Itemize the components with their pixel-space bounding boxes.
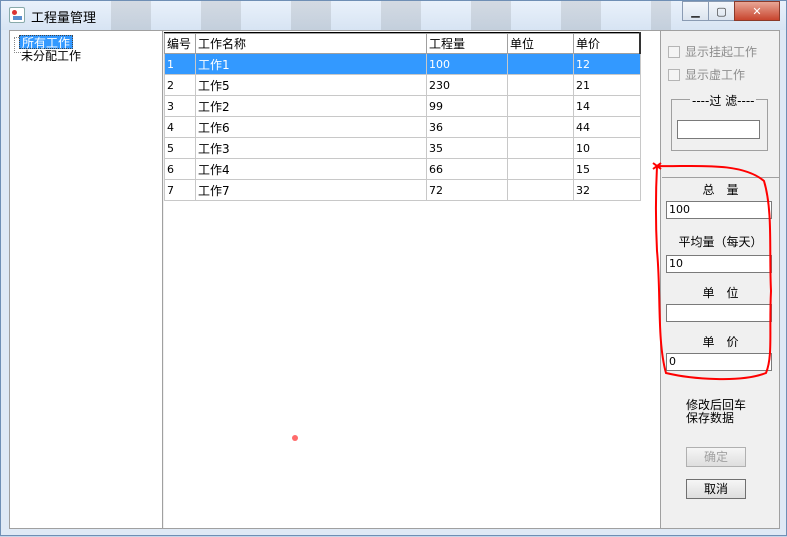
cell-id: 2 — [164, 74, 196, 96]
show-virtual-label: 显示虚工作 — [685, 68, 746, 82]
cell-id: 7 — [164, 179, 196, 201]
column-header-unit[interactable]: 单位 — [507, 33, 574, 54]
cell-name: 工作2 — [195, 95, 427, 117]
cell-price: 32 — [573, 179, 641, 201]
unit-price-label: 单 价 — [702, 335, 739, 349]
cell-unit — [507, 116, 574, 138]
cell-quantity: 99 — [426, 95, 508, 117]
average-per-day-label: 平均量（每天） — [678, 235, 763, 249]
ok-button[interactable]: 确定 — [686, 447, 746, 467]
cell-price: 21 — [573, 74, 641, 96]
cell-id: 6 — [164, 158, 196, 180]
column-header-quantity[interactable]: 工程量 — [426, 33, 508, 54]
cell-quantity: 230 — [426, 74, 508, 96]
checkbox-icon — [668, 68, 680, 81]
cell-name: 工作4 — [195, 158, 427, 180]
table-row[interactable]: 6 工作4 66 15 — [164, 158, 641, 180]
cell-unit — [507, 158, 574, 180]
column-header-name[interactable]: 工作名称 — [195, 33, 427, 54]
filter-legend: ----过 滤---- — [690, 92, 757, 109]
cell-name: 工作6 — [195, 116, 427, 138]
tree-item-all-work[interactable]: 所有工作 — [19, 35, 74, 50]
cell-unit — [507, 74, 574, 96]
category-tree[interactable]: 所有工作 未分配工作 — [10, 31, 163, 528]
unit-label: 单 位 — [702, 286, 739, 300]
work-grid-area: 编号 工作名称 工程量 单位 单价 1 工作1 100 12 2 工作5 230… — [164, 31, 661, 528]
cell-id: 3 — [164, 95, 196, 117]
filter-input[interactable] — [677, 120, 760, 139]
cell-price: 14 — [573, 95, 641, 117]
column-header-price[interactable]: 单价 — [573, 33, 641, 54]
panel-divider — [662, 177, 779, 178]
maximize-button[interactable]: ▢ — [708, 1, 735, 21]
unit-price-input[interactable]: 0 — [666, 353, 772, 371]
tree-item-unassigned-work[interactable]: 未分配工作 — [19, 49, 83, 63]
unit-input[interactable] — [666, 304, 772, 322]
table-row[interactable]: 7 工作7 72 32 — [164, 179, 641, 201]
table-row[interactable]: 5 工作3 35 10 — [164, 137, 641, 159]
work-table: 编号 工作名称 工程量 单位 单价 1 工作1 100 12 2 工作5 230… — [164, 33, 641, 201]
window-controls: ▁ ▢ ✕ — [682, 1, 780, 21]
cell-id: 1 — [164, 53, 196, 75]
table-row[interactable]: 2 工作5 230 21 — [164, 74, 641, 96]
cell-price: 10 — [573, 137, 641, 159]
title-bar-ghost — [111, 1, 671, 30]
cancel-button[interactable]: 取消 — [686, 479, 746, 499]
main-window: 工程量管理 ▁ ▢ ✕ 所有工作 未分配工作 编号 工作名称 工程量 单位 单价… — [0, 0, 787, 536]
cell-unit — [507, 53, 574, 75]
show-virtual-checkbox[interactable]: 显示虚工作 — [668, 66, 745, 83]
total-label: 总 量 — [702, 183, 739, 197]
cell-unit — [507, 137, 574, 159]
client-area: 所有工作 未分配工作 编号 工作名称 工程量 单位 单价 1 工作1 100 1… — [9, 30, 780, 529]
cell-price: 44 — [573, 116, 641, 138]
cell-id: 5 — [164, 137, 196, 159]
save-hint-line2: 保存数据 — [686, 411, 735, 425]
cell-quantity: 35 — [426, 137, 508, 159]
cell-quantity: 66 — [426, 158, 508, 180]
cell-unit — [507, 95, 574, 117]
settings-panel: 显示挂起工作 显示虚工作 ----过 滤---- 总 量 100 平均量（每天）… — [662, 31, 779, 528]
show-suspended-label: 显示挂起工作 — [685, 45, 758, 59]
show-suspended-checkbox[interactable]: 显示挂起工作 — [668, 43, 757, 60]
table-row[interactable]: 4 工作6 36 44 — [164, 116, 641, 138]
cell-name: 工作5 — [195, 74, 427, 96]
cell-unit — [507, 179, 574, 201]
cell-price: 12 — [573, 53, 641, 75]
filter-legend-text: 过 滤 — [709, 94, 738, 108]
average-per-day-input[interactable]: 10 — [666, 255, 772, 273]
checkbox-icon — [668, 45, 680, 58]
cell-quantity: 36 — [426, 116, 508, 138]
cursor-dot — [292, 435, 298, 441]
filter-group: ----过 滤---- — [671, 92, 768, 151]
table-row[interactable]: 3 工作2 99 14 — [164, 95, 641, 117]
cell-name: 工作1 — [195, 53, 427, 75]
window-title: 工程量管理 — [31, 11, 97, 26]
cell-quantity: 100 — [426, 53, 508, 75]
cell-price: 15 — [573, 158, 641, 180]
table-row[interactable]: 1 工作1 100 12 — [164, 53, 641, 75]
column-header-id[interactable]: 编号 — [164, 33, 196, 54]
grid-column-edge — [639, 32, 641, 54]
table-header-row: 编号 工作名称 工程量 单位 单价 — [164, 33, 641, 54]
cell-name: 工作3 — [195, 137, 427, 159]
total-input[interactable]: 100 — [666, 201, 772, 219]
cell-id: 4 — [164, 116, 196, 138]
title-bar[interactable]: 工程量管理 ▁ ▢ ✕ — [1, 1, 786, 30]
tree-connector — [14, 37, 15, 53]
minimize-button[interactable]: ▁ — [682, 1, 709, 21]
save-hint: 修改后回车 保存数据 — [686, 399, 746, 425]
cell-quantity: 72 — [426, 179, 508, 201]
app-icon — [9, 7, 25, 23]
close-button[interactable]: ✕ — [734, 1, 780, 21]
cell-name: 工作7 — [195, 179, 427, 201]
